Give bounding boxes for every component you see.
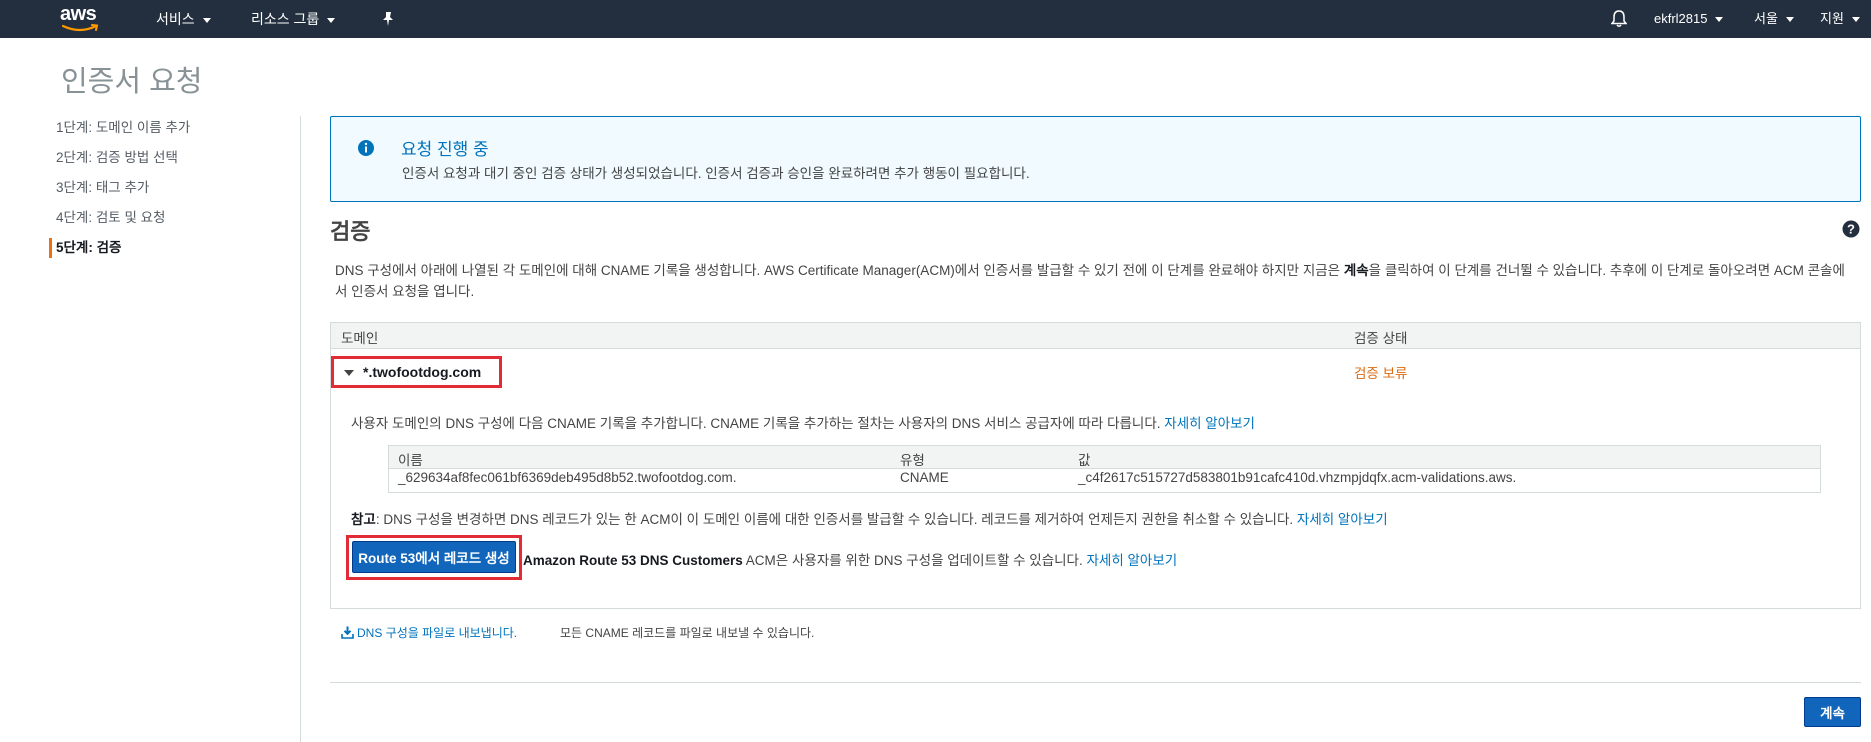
route53-description: Amazon Route 53 DNS Customers ACM은 사용자를 … [523,549,1177,569]
domain-row-toggle[interactable]: *.twofootdog.com [331,356,502,388]
page-title: 인증서 요청 [61,66,203,98]
bottom-divider [330,682,1861,683]
step-2: 2단계: 검증 방법 선택 [56,150,178,165]
chevron-down-icon [327,17,336,23]
domain-hint-text: 사용자 도메인의 DNS 구성에 다음 CNAME 기록을 추가합니다. CNA… [351,416,1161,431]
support-label: 지원 [1820,11,1844,26]
chevron-down-icon [1851,17,1860,23]
export-description: 모든 CNAME 레코드를 파일로 내보낼 수 있습니다. [560,626,815,640]
export-link[interactable]: DNS 구성을 파일로 내보냅니다. [357,626,517,640]
top-nav: aws 서비스 리소스 그룹 ekfrl2815 서울 지원 [0,0,1871,38]
pin-icon[interactable] [381,11,395,27]
desc-text-1: DNS 구성에서 아래에 나열된 각 도메인에 대해 CNAME 기록을 생성합… [335,263,1344,278]
col-name: 이름 [398,453,423,468]
account-menu[interactable]: ekfrl2815 [1654,0,1724,38]
wizard-steps: 1단계: 도메인 이름 추가 2단계: 검증 방법 선택 3단계: 태그 추가 … [49,118,190,268]
learn-more-link[interactable]: 자세히 알아보기 [1086,553,1177,568]
svg-text:?: ? [1847,222,1855,237]
services-menu[interactable]: 서비스 [156,0,211,38]
step-4: 4단계: 검토 및 요청 [56,210,166,225]
help-icon[interactable]: ? [1842,220,1860,238]
col-domain: 도메인 [341,331,379,346]
domain-name: *.twofootdog.com [363,364,482,380]
route53-bold: Amazon Route 53 DNS Customers [523,553,743,568]
section-description: DNS 구성에서 아래에 나열된 각 도메인에 대해 CNAME 기록을 생성합… [335,260,1855,302]
download-icon [341,626,354,639]
info-icon [358,140,374,156]
cname-record-value[interactable]: _c4f2617c515727d583801b91cafc410d.vhzmpj… [1078,470,1516,485]
note-body: : DNS 구성을 변경하면 DNS 레코드가 있는 한 ACM이 이 도메인 … [375,512,1294,527]
status-badge: 검증 보류 [1354,366,1408,381]
region-label: 서울 [1754,11,1778,26]
note-text: 참고: DNS 구성을 변경하면 DNS 레코드가 있는 한 ACM이 이 도메… [351,508,1388,528]
aws-logo-text: aws [60,3,97,25]
step-5-active: 5단계: 검증 [49,238,190,268]
bell-icon[interactable] [1611,10,1627,28]
account-label: ekfrl2815 [1654,11,1708,26]
export-dns-config[interactable]: DNS 구성을 파일로 내보냅니다. [341,624,517,641]
resource-groups-label: 리소스 그룹 [251,11,320,27]
support-menu[interactable]: 지원 [1820,0,1860,38]
services-label: 서비스 [156,11,195,27]
col-type: 유형 [900,453,925,468]
domain-hint: 사용자 도메인의 DNS 구성에 다음 CNAME 기록을 추가합니다. CNA… [351,412,1255,432]
caret-down-icon[interactable] [344,370,354,376]
sidebar-divider [300,116,301,742]
domain-table: 도메인 검증 상태 *.twofootdog.com 검증 보류 사용자 도메인… [330,322,1861,609]
chevron-down-icon [1715,17,1724,23]
alert-text: 인증서 요청과 대기 중인 검증 상태가 생성되었습니다. 인증서 검증과 승인… [402,166,1030,181]
info-alert: 요청 진행 중 인증서 요청과 대기 중인 검증 상태가 생성되었습니다. 인증… [330,116,1861,202]
learn-more-link[interactable]: 자세히 알아보기 [1297,512,1388,527]
cname-record-type: CNAME [900,470,949,485]
section-title: 검증 [330,219,371,244]
domain-table-header: 도메인 검증 상태 [331,323,1860,349]
route53-text: ACM은 사용자를 위한 DNS 구성을 업데이트할 수 있습니다. [742,553,1083,568]
resource-groups-menu[interactable]: 리소스 그룹 [251,0,336,38]
aws-logo[interactable]: aws [60,4,104,34]
aws-smile-icon [62,24,99,32]
note-label: 참고 [351,512,376,527]
col-value: 값 [1078,453,1091,468]
cname-table: 이름 유형 값 _629634af8fec061bf6369deb495d8b5… [388,445,1821,493]
create-record-in-route53-button[interactable]: Route 53에서 레코드 생성 [352,541,516,573]
route53-highlight: Route 53에서 레코드 생성 [346,535,522,580]
learn-more-link[interactable]: 자세히 알아보기 [1164,416,1255,431]
region-menu[interactable]: 서울 [1754,0,1794,38]
continue-button[interactable]: 계속 [1804,697,1861,727]
chevron-down-icon [202,17,211,23]
cname-record-name[interactable]: _629634af8fec061bf6369deb495d8b52.twofoo… [398,470,737,485]
alert-title: 요청 진행 중 [401,140,489,159]
col-validation-status: 검증 상태 [1354,331,1408,346]
cname-table-header: 이름 유형 값 [389,446,1820,469]
desc-continue-bold: 계속 [1343,263,1369,278]
step-1: 1단계: 도메인 이름 추가 [56,120,191,135]
chevron-down-icon [1785,17,1794,23]
step-3: 3단계: 태그 추가 [56,180,150,195]
